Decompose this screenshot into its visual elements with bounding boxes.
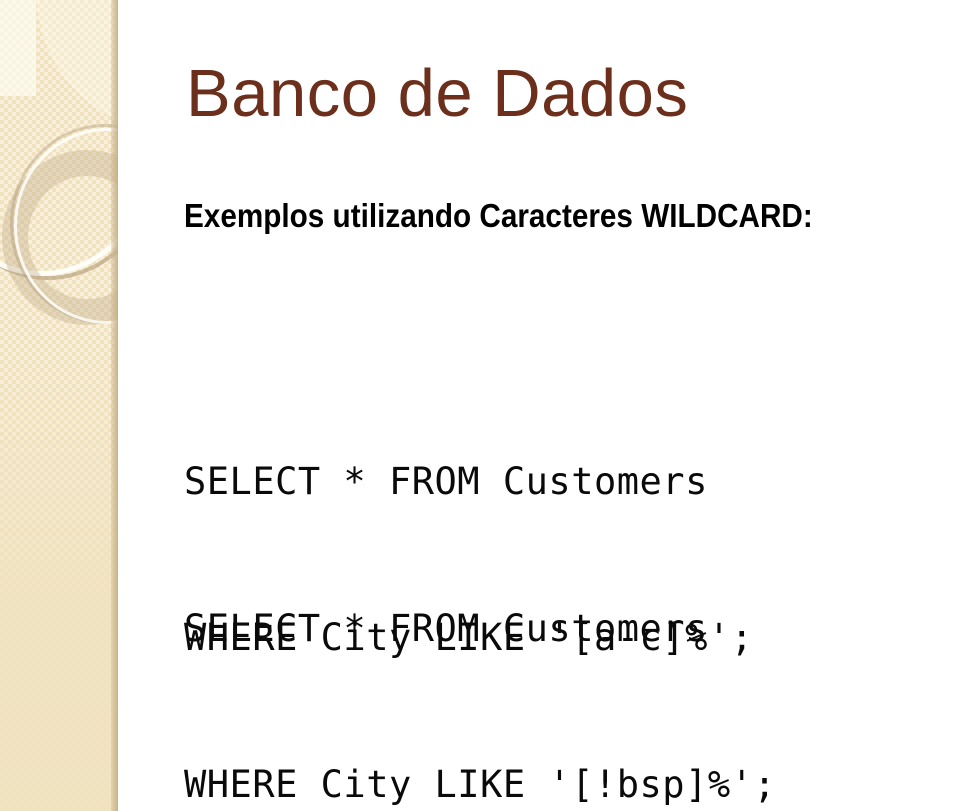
- code-line: WHERE City LIKE '[!bsp]%';: [184, 763, 777, 806]
- slide-content: Banco de Dados Exemplos utilizando Carac…: [0, 0, 960, 811]
- code-line: SELECT * FROM Customers: [184, 607, 708, 650]
- slide-subtitle: Exemplos utilizando Caracteres WILDCARD:: [184, 197, 813, 234]
- sql-code-block-2: SELECT * FROM Customers WHERE City LIKE …: [184, 499, 776, 811]
- presentation-slide: Banco de Dados Exemplos utilizando Carac…: [0, 0, 960, 811]
- slide-title: Banco de Dados: [186, 56, 689, 131]
